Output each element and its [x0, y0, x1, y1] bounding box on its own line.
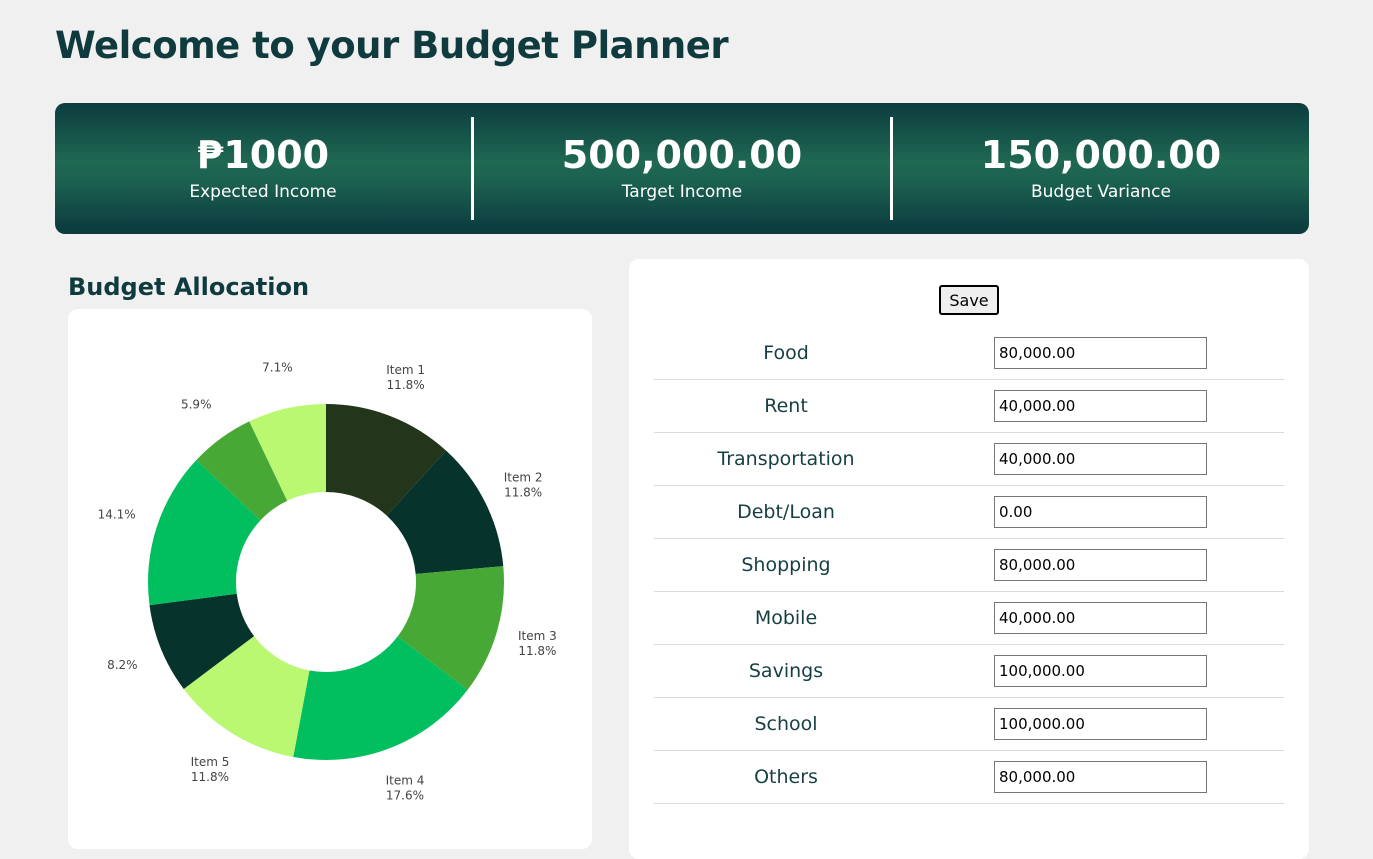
- budget-variance-value: 150,000.00: [980, 132, 1222, 177]
- budget-row-transportation: Transportation: [654, 432, 1284, 486]
- target-income-stat: 500,000.00 Target Income: [471, 117, 890, 220]
- amount-cell-shopping: [918, 538, 1284, 592]
- budget-row-mobile: Mobile: [654, 591, 1284, 645]
- category-label-others: Others: [654, 750, 918, 804]
- amount-cell-transportation: [918, 432, 1284, 486]
- amount-input-rent[interactable]: [994, 390, 1207, 422]
- target-income-value: 500,000.00: [561, 132, 803, 177]
- category-label-food: Food: [654, 327, 918, 380]
- budget-row-rent: Rent: [654, 379, 1284, 433]
- amount-cell-school: [918, 697, 1284, 751]
- expected-income-value: ₱1000: [196, 132, 330, 177]
- donut-slice-label-4: Item 4 17.6%: [386, 773, 425, 802]
- budget-form-card: Save FoodRentTransportationDebt/LoanShop…: [629, 259, 1309, 859]
- amount-cell-savings: [918, 644, 1284, 698]
- expected-income-stat: ₱1000 Expected Income: [55, 117, 471, 220]
- budget-row-savings: Savings: [654, 644, 1284, 698]
- category-label-debt-loan: Debt/Loan: [654, 485, 918, 539]
- donut-slice-label-9: 7.1%: [262, 360, 293, 374]
- donut-slice-label-5: Item 5 11.8%: [191, 755, 230, 784]
- category-label-shopping: Shopping: [654, 538, 918, 592]
- target-income-label: Target Income: [621, 182, 743, 203]
- amount-input-others[interactable]: [994, 761, 1207, 793]
- category-label-transportation: Transportation: [654, 432, 918, 486]
- category-label-school: School: [654, 697, 918, 751]
- income-summary-banner: ₱1000 Expected Income 500,000.00 Target …: [55, 103, 1309, 234]
- amount-cell-debt-loan: [918, 485, 1284, 539]
- amount-cell-others: [918, 750, 1284, 804]
- budget-allocation-chart-card: Item 1 11.8% Item 2 11.8% Item 3 11.8% Item 41…: [68, 309, 592, 849]
- budget-allocation-title: Budget Allocation: [68, 273, 310, 301]
- donut-slice-label-7: 14.1%: [98, 507, 136, 521]
- save-button[interactable]: Save: [939, 285, 999, 315]
- amount-cell-mobile: [918, 591, 1284, 645]
- amount-cell-food: [918, 327, 1284, 380]
- donut-slice-label-8: 5.9%: [181, 397, 212, 411]
- budget-variance-stat: 150,000.00 Budget Variance: [890, 117, 1309, 220]
- amount-input-savings[interactable]: [994, 655, 1207, 687]
- page-title: Welcome to your Budget Planner: [55, 24, 729, 67]
- amount-input-shopping[interactable]: [994, 549, 1207, 581]
- category-label-savings: Savings: [654, 644, 918, 698]
- budget-row-debt-loan: Debt/Loan: [654, 485, 1284, 539]
- amount-input-debt-loan[interactable]: [994, 496, 1207, 528]
- donut-slice-label-6: 8.2%: [107, 658, 138, 672]
- budget-row-others: Others: [654, 750, 1284, 804]
- amount-input-school[interactable]: [994, 708, 1207, 740]
- amount-cell-rent: [918, 379, 1284, 433]
- budget-row-food: Food: [654, 327, 1284, 380]
- donut-slice-label-1: Item 1 11.8%: [386, 363, 425, 392]
- amount-input-transportation[interactable]: [994, 443, 1207, 475]
- expected-income-label: Expected Income: [189, 182, 337, 203]
- category-label-rent: Rent: [654, 379, 918, 433]
- donut-slice-label-2: Item 2 11.8%: [504, 470, 543, 499]
- amount-input-mobile[interactable]: [994, 602, 1207, 634]
- budget-row-school: School: [654, 697, 1284, 751]
- donut-slice-label-3: Item 3 11.8%: [518, 629, 557, 658]
- budget-row-shopping: Shopping: [654, 538, 1284, 592]
- budget-allocation-donut-chart: Item 1 11.8% Item 2 11.8% Item 3 11.8% Item 41…: [98, 360, 557, 802]
- category-label-mobile: Mobile: [654, 591, 918, 645]
- amount-input-food[interactable]: [994, 337, 1207, 369]
- budget-variance-label: Budget Variance: [1031, 182, 1171, 203]
- budget-category-table: FoodRentTransportationDebt/LoanShoppingM…: [654, 327, 1284, 804]
